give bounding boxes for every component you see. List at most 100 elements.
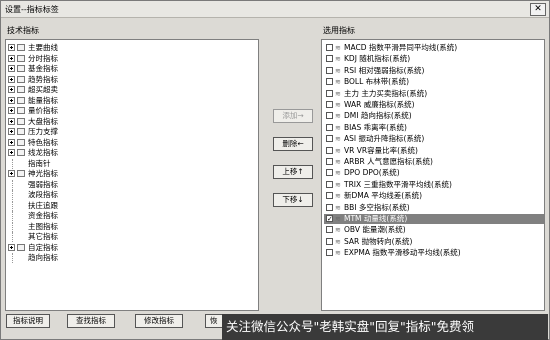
indicator-list-item[interactable]: ≋ BOLL 布林带(系统) bbox=[324, 77, 544, 87]
indicator-tree[interactable]: 主要曲线 分时指标 基金指标 趋势指标 超买超卖 能量指标 量价指标 大盘指标 压力支撑特色指标… bbox=[5, 39, 259, 311]
tree-item[interactable]: 趋向指标 bbox=[6, 253, 246, 263]
checkbox[interactable] bbox=[326, 78, 333, 86]
tree-item-label: 压力支撑 bbox=[28, 127, 58, 136]
find-indicator-button[interactable]: 查找指标 bbox=[67, 314, 115, 328]
tree-item[interactable]: 趋势指标 bbox=[6, 75, 246, 85]
expand-icon[interactable] bbox=[8, 138, 15, 146]
indicator-list-item[interactable]: ≋ BIAS 乖离率(系统) bbox=[324, 123, 544, 133]
tree-item[interactable]: 分时指标 bbox=[6, 54, 246, 64]
tree-item[interactable]: 主要曲线 bbox=[6, 43, 246, 53]
tree-item[interactable]: 能量指标 bbox=[6, 96, 246, 106]
checkbox[interactable] bbox=[326, 203, 333, 211]
tree-item[interactable]: 压力支撑 bbox=[6, 127, 246, 137]
tree-item[interactable]: 指南针 bbox=[6, 158, 246, 169]
indicator-list-item[interactable]: ≋ 主力 主力买卖指标(系统) bbox=[324, 89, 544, 99]
folder-icon bbox=[17, 75, 25, 83]
checkbox[interactable] bbox=[326, 158, 333, 165]
indicator-help-button[interactable]: 指标说明 bbox=[6, 314, 50, 328]
indicator-list-item[interactable]: ≋ 新DMA 平均线差(系统) bbox=[324, 191, 544, 201]
checkbox[interactable] bbox=[326, 55, 333, 63]
indicator-list-item[interactable]: ≋ SAR 抛物转向(系统) bbox=[324, 237, 544, 247]
indicator-list-item[interactable]: ≋ EXPMA 指数平滑移动平均线(系统) bbox=[324, 248, 544, 258]
indicator-list-item[interactable]: ≋ VR VR容量比率(系统) bbox=[324, 146, 544, 156]
indicator-icon: ≋ bbox=[335, 123, 341, 132]
expand-icon[interactable] bbox=[8, 75, 15, 83]
expand-icon[interactable] bbox=[8, 86, 15, 93]
checkbox[interactable] bbox=[326, 249, 333, 257]
checkbox[interactable] bbox=[326, 89, 333, 97]
tree-item[interactable]: 自定指标 bbox=[6, 243, 246, 253]
expand-icon[interactable] bbox=[8, 117, 15, 125]
expand-icon[interactable] bbox=[8, 243, 15, 251]
checkbox[interactable] bbox=[326, 135, 333, 143]
indicator-list-item[interactable]: ≋ BBI 多空指标(系统) bbox=[324, 203, 544, 213]
tree-item[interactable]: 扶庄追跟 bbox=[6, 200, 246, 211]
expand-icon[interactable] bbox=[8, 44, 15, 51]
indicator-list-item[interactable]: ≋ ASI 振动升降指标(系统) bbox=[324, 134, 544, 144]
indicator-list-item[interactable]: ≋ DPO DPO(系统) bbox=[324, 168, 544, 178]
indicator-icon: ≋ bbox=[335, 237, 341, 246]
tree-item[interactable]: 线龙指标 bbox=[6, 148, 246, 158]
indicator-icon: ≋ bbox=[335, 169, 341, 178]
indicator-list-item[interactable]: ≋ KDJ 随机指标(系统) bbox=[324, 54, 544, 64]
folder-icon bbox=[17, 44, 25, 51]
checkbox[interactable] bbox=[326, 101, 333, 108]
expand-icon[interactable] bbox=[8, 54, 15, 62]
checkbox-checked[interactable]: ✓ bbox=[326, 215, 333, 223]
checkbox[interactable] bbox=[326, 112, 333, 120]
checkbox[interactable] bbox=[326, 146, 333, 154]
expand-icon[interactable] bbox=[8, 170, 15, 177]
expand-icon[interactable] bbox=[8, 107, 15, 114]
tree-item[interactable]: 主图指标 bbox=[6, 221, 246, 232]
tree-item-label: 资金指标 bbox=[28, 211, 58, 220]
move-up-button[interactable]: 上移↑ bbox=[273, 165, 313, 179]
expand-icon[interactable] bbox=[8, 128, 15, 135]
indicator-list-item[interactable]: ≋ WAR 威廉指标(系统) bbox=[324, 100, 544, 110]
tree-item-label: 波段指标 bbox=[28, 190, 58, 199]
checkbox[interactable] bbox=[326, 44, 333, 51]
tree-item[interactable]: 量价指标 bbox=[6, 106, 246, 116]
tree-item[interactable]: 超买超卖 bbox=[6, 85, 246, 95]
tree-item[interactable]: 特色指标 bbox=[6, 138, 246, 148]
tree-item[interactable]: 基金指标 bbox=[6, 64, 246, 74]
tree-item[interactable]: 波段指标 bbox=[6, 190, 246, 200]
checkbox[interactable] bbox=[326, 66, 333, 74]
indicator-list-item[interactable]: ≋ DMI 趋向指标(系统) bbox=[324, 111, 544, 121]
checkbox[interactable] bbox=[326, 180, 333, 188]
expand-icon[interactable] bbox=[8, 149, 15, 156]
indicator-icon: ≋ bbox=[335, 215, 341, 223]
selected-indicator-list[interactable]: ≋ MACD 指数平滑异同平均线(系统) ≋ KDJ 随机指标(系统) ≋ RSI 相对强… bbox=[321, 39, 545, 311]
tree-item[interactable]: 神光指标 bbox=[6, 169, 246, 179]
tree-connector bbox=[12, 253, 13, 263]
folder-icon bbox=[17, 54, 25, 62]
expand-icon[interactable] bbox=[8, 96, 15, 104]
move-down-button[interactable]: 下移↓ bbox=[273, 193, 313, 207]
checkbox[interactable] bbox=[326, 226, 333, 234]
tree-item[interactable]: 资金指标 bbox=[6, 211, 246, 221]
expand-icon[interactable] bbox=[8, 65, 15, 72]
tree-item[interactable]: 强弱指标 bbox=[6, 179, 246, 190]
tree-item-label: 其它指标 bbox=[28, 232, 58, 241]
indicator-list-item[interactable]: ≋ OBV 能量潮(系统) bbox=[324, 225, 544, 235]
indicator-list-item[interactable]: ✓ ≋ MTM 动量线(系统) bbox=[324, 214, 544, 224]
remove-button[interactable]: 删除← bbox=[273, 137, 313, 151]
indicator-label: KDJ 随机指标(系统) bbox=[344, 54, 411, 64]
indicator-list-item[interactable]: ≋ RSI 相对强弱指标(系统) bbox=[324, 66, 544, 76]
indicator-label: TRIX 三重指数平滑平均线(系统) bbox=[344, 179, 452, 189]
tree-item-label: 线龙指标 bbox=[28, 148, 58, 157]
indicator-list-item[interactable]: ≋ TRIX 三重指数平滑平均线(系统) bbox=[324, 180, 544, 190]
indicator-icon: ≋ bbox=[335, 44, 341, 52]
indicator-list-item[interactable]: ≋ ARBR 人气意愿指标(系统) bbox=[324, 157, 544, 167]
checkbox[interactable] bbox=[326, 123, 333, 131]
title-bar: 设置--指标标签 ✕ bbox=[1, 1, 549, 18]
indicator-list-item[interactable]: ≋ MACD 指数平滑异同平均线(系统) bbox=[324, 43, 544, 53]
edit-indicator-button[interactable]: 修改指标 bbox=[135, 314, 183, 328]
checkbox[interactable] bbox=[326, 237, 333, 245]
add-button[interactable]: 添加→ bbox=[273, 109, 313, 123]
tree-item[interactable]: 其它指标 bbox=[6, 232, 246, 242]
indicator-label: BIAS 乖离率(系统) bbox=[344, 122, 407, 132]
close-button[interactable]: ✕ bbox=[530, 3, 546, 16]
tree-item[interactable]: 大盘指标 bbox=[6, 117, 246, 127]
checkbox[interactable] bbox=[326, 169, 333, 177]
checkbox[interactable] bbox=[326, 192, 333, 200]
